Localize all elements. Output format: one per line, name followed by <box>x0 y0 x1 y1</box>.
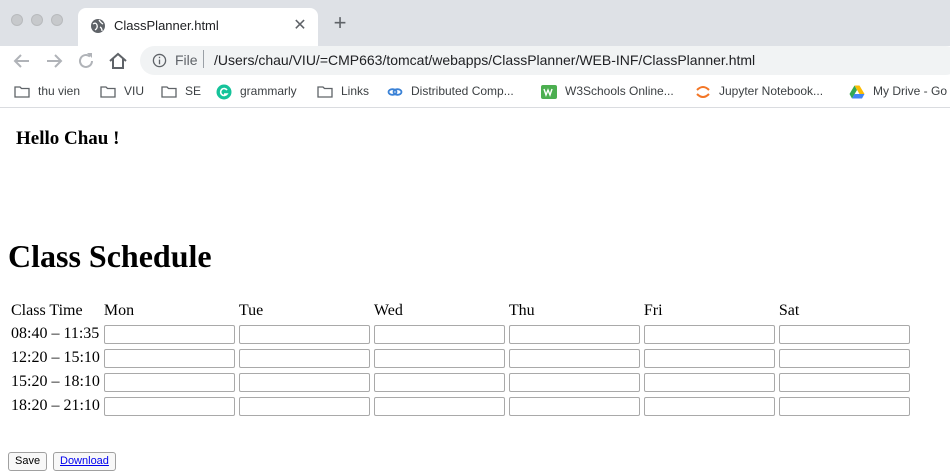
grammarly-icon <box>216 84 232 100</box>
folder-icon <box>317 86 333 98</box>
address-bar[interactable]: File /Users/chau/VIU/=CMP663/tomcat/weba… <box>140 46 950 75</box>
bookmark-label: W3Schools Online... <box>565 84 674 98</box>
column-header-class-time: Class Time <box>11 302 83 319</box>
table-row: 15:20 – 18:10 <box>10 371 911 393</box>
scheme-divider <box>203 50 204 68</box>
table-row: 08:40 – 11:35 <box>10 323 911 345</box>
schedule-input-wed[interactable] <box>373 324 505 344</box>
schedule-input-mon[interactable] <box>103 396 235 416</box>
schedule-input-mon[interactable] <box>103 348 235 368</box>
schedule-input-sat[interactable] <box>778 348 910 368</box>
greeting-text: Hello Chau ! <box>16 128 120 149</box>
bookmark-label: Jupyter Notebook... <box>719 84 824 98</box>
schedule-input-fri[interactable] <box>643 372 775 392</box>
window-maximize-button[interactable] <box>51 14 63 26</box>
schedule-input-wed[interactable] <box>373 372 505 392</box>
column-header-fri: Fri <box>643 302 663 319</box>
bookmarks-bar: thu vien VIU SE grammarly Links Distribu… <box>0 76 950 108</box>
globe-icon <box>91 19 105 33</box>
new-tab-button[interactable]: + <box>329 12 351 34</box>
schedule-input-wed[interactable] <box>373 348 505 368</box>
folder-icon <box>100 86 116 98</box>
home-icon[interactable] <box>106 49 130 73</box>
schedule-input-thu[interactable] <box>508 324 640 344</box>
class-time-cell: 08:40 – 11:35 <box>11 325 100 342</box>
column-header-tue: Tue <box>238 302 264 319</box>
page-title: Class Schedule <box>8 238 212 274</box>
class-time-cell: 18:20 – 21:10 <box>11 397 100 414</box>
bookmark-label: SE <box>185 84 202 98</box>
reload-icon[interactable] <box>74 49 98 73</box>
schedule-input-thu[interactable] <box>508 372 640 392</box>
schedule-input-fri[interactable] <box>643 324 775 344</box>
tab-close-icon[interactable]: ✕ <box>290 16 310 36</box>
bookmark-label: Links <box>341 84 370 98</box>
back-arrow-icon[interactable] <box>10 49 34 73</box>
info-icon[interactable] <box>152 53 167 68</box>
table-row: 12:20 – 15:10 <box>10 347 911 369</box>
schedule-input-fri[interactable] <box>643 348 775 368</box>
schedule-input-tue[interactable] <box>238 348 370 368</box>
window-close-button[interactable] <box>11 14 23 26</box>
column-header-sat: Sat <box>778 302 800 319</box>
active-tab[interactable]: ClassPlanner.html ✕ <box>78 8 318 46</box>
schedule-input-tue[interactable] <box>238 372 370 392</box>
column-header-mon: Mon <box>103 302 135 319</box>
drive-icon <box>849 85 865 99</box>
schedule-input-wed[interactable] <box>373 396 505 416</box>
download-button[interactable]: Download <box>53 452 116 471</box>
bookmark-label: My Drive - Go <box>873 84 948 98</box>
save-button[interactable]: Save <box>8 452 48 471</box>
class-time-cell: 12:20 – 15:10 <box>11 349 100 366</box>
schedule-input-fri[interactable] <box>643 396 775 416</box>
schedule-input-sat[interactable] <box>778 324 910 344</box>
bookmark-label: VIU <box>124 84 145 98</box>
jupyter-icon <box>696 86 710 98</box>
w3schools-icon <box>541 85 557 99</box>
schedule-input-mon[interactable] <box>103 372 235 392</box>
link-icon <box>387 88 403 96</box>
schedule-input-tue[interactable] <box>238 396 370 416</box>
forward-arrow-icon[interactable] <box>42 49 66 73</box>
class-time-cell: 15:20 – 18:10 <box>11 373 100 390</box>
bookmark-label: grammarly <box>240 84 297 98</box>
page-content: Hello Chau ! Class Schedule Class Time M… <box>0 109 950 472</box>
tab-strip: ClassPlanner.html ✕ + <box>0 0 950 46</box>
window-minimize-button[interactable] <box>31 14 43 26</box>
tab-title: ClassPlanner.html <box>114 18 219 33</box>
schedule-input-thu[interactable] <box>508 396 640 416</box>
url-text[interactable]: /Users/chau/VIU/=CMP663/tomcat/webapps/C… <box>214 52 755 68</box>
folder-icon <box>161 86 177 98</box>
column-header-wed: Wed <box>373 302 403 319</box>
bookmark-label: Distributed Comp... <box>411 84 514 98</box>
table-header-row: Class Time Mon Tue Wed Thu Fri Sat <box>10 301 911 321</box>
bookmark-label: thu vien <box>38 84 81 98</box>
schedule-input-sat[interactable] <box>778 396 910 416</box>
schedule-input-sat[interactable] <box>778 372 910 392</box>
column-header-thu: Thu <box>508 302 535 319</box>
class-schedule-table: Class Time Mon Tue Wed Thu Fri Sat 08:40… <box>8 299 913 419</box>
browser-toolbar: File /Users/chau/VIU/=CMP663/tomcat/weba… <box>0 46 950 76</box>
folder-icon <box>14 86 30 98</box>
table-row: 18:20 – 21:10 <box>10 395 911 417</box>
schedule-input-mon[interactable] <box>103 324 235 344</box>
url-scheme: File <box>175 52 198 68</box>
schedule-input-tue[interactable] <box>238 324 370 344</box>
schedule-input-thu[interactable] <box>508 348 640 368</box>
